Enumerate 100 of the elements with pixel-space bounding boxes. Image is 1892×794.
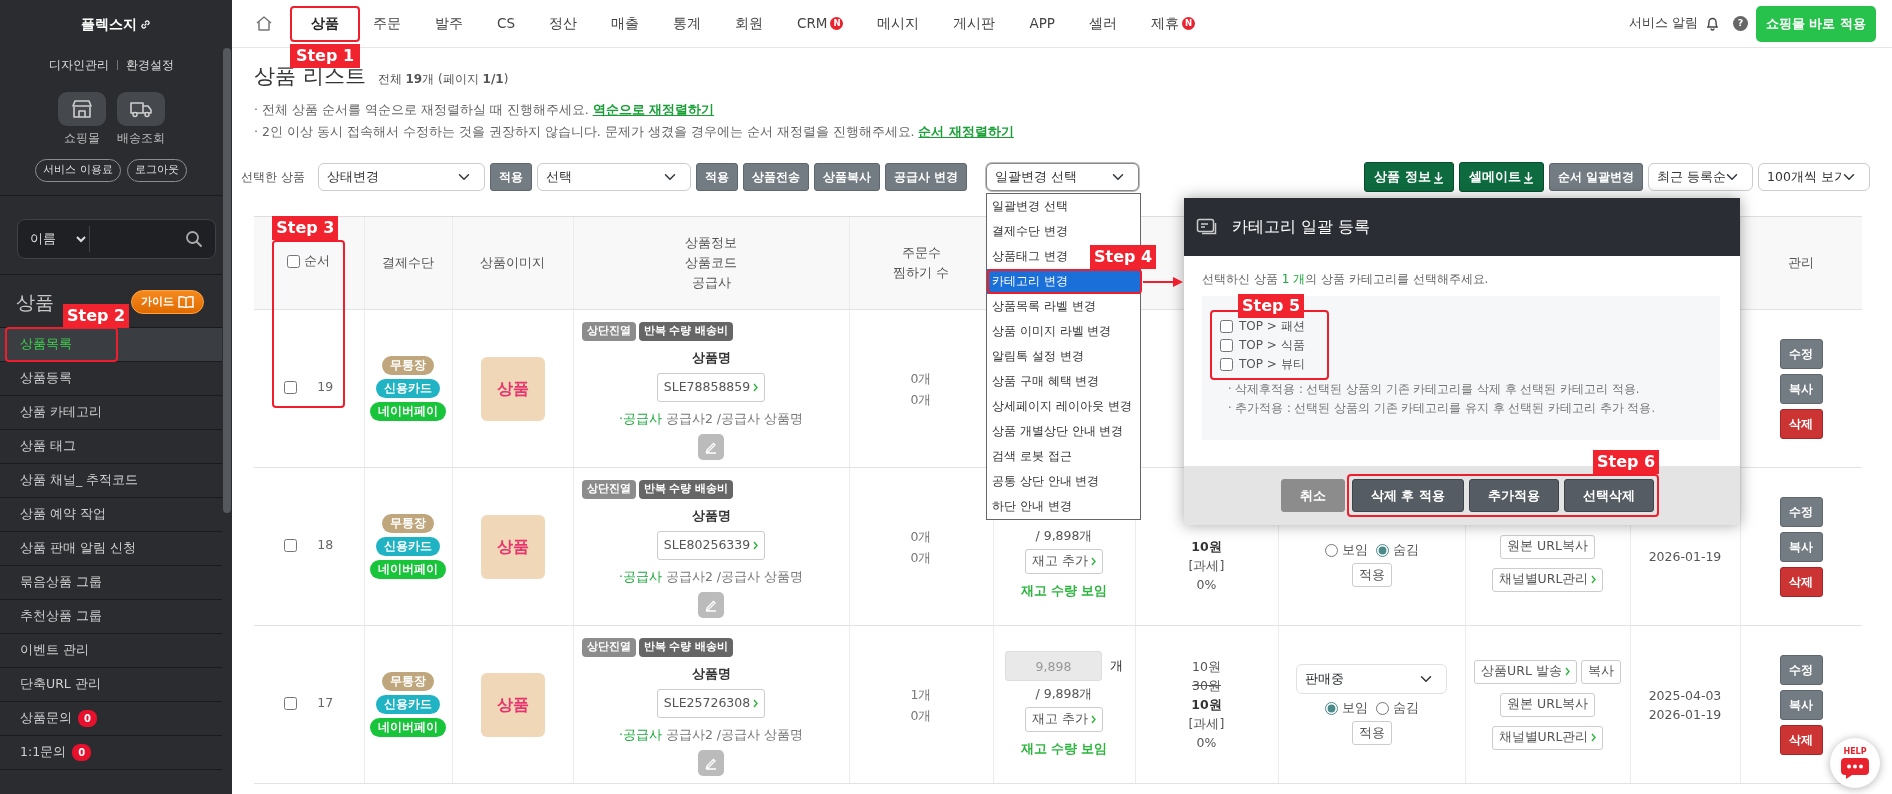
search-icon[interactable]	[185, 229, 203, 248]
nav-tab[interactable]: 메시지	[860, 6, 937, 41]
shortcut-button[interactable]	[57, 92, 106, 126]
help-button[interactable]: ?	[1732, 16, 1748, 31]
book-icon	[178, 295, 194, 309]
dialog-action-button[interactable]: 선택삭제	[1564, 479, 1654, 512]
product-code-button[interactable]: SLE25726308	[656, 688, 766, 718]
category-label: TOP > 식품	[1239, 337, 1305, 354]
row-checkbox[interactable]	[284, 538, 298, 552]
sidebar-link[interactable]: 디자인관리	[48, 56, 109, 74]
sidebar-link[interactable]: 환경설정	[125, 56, 174, 74]
dropdown-option[interactable]: 알림톡 설정 변경	[987, 344, 1087, 369]
option-select[interactable]: 최근 등록순	[1648, 163, 1753, 191]
toolbar-button[interactable]: 상품복사	[813, 163, 880, 191]
dropdown-option[interactable]: 상품 구매 혜택 변경	[987, 369, 1103, 394]
download-icon	[1522, 170, 1534, 184]
shortcut-button[interactable]	[116, 92, 165, 126]
visibility-radio[interactable]	[1375, 543, 1389, 557]
dialog-action-button[interactable]: 삭제 후 적용	[1351, 479, 1464, 512]
nav-tab[interactable]: 셀러	[1072, 6, 1134, 41]
sidebar-item[interactable]: 상품문의 0	[0, 701, 222, 736]
edit-action-button[interactable]: 수정	[1779, 496, 1823, 527]
delete-button[interactable]: 삭제	[1779, 724, 1823, 755]
price-text: 0%	[1196, 576, 1217, 594]
notice-link[interactable]: 서비스 알림	[1628, 14, 1698, 33]
dropdown-option[interactable]: 공통 상단 안내 변경	[987, 469, 1103, 494]
copy-url-button[interactable]: 원본 URL복사	[1500, 692, 1595, 717]
toolbar-button[interactable]: 적용	[695, 163, 738, 191]
nav-tab[interactable]: 통계	[656, 6, 718, 41]
bell-icon[interactable]	[1705, 16, 1719, 31]
dropdown-option[interactable]: 상세페이지 레이아웃 변경	[987, 394, 1135, 419]
edit-action-button[interactable]: 수정	[1779, 338, 1823, 369]
dropdown-option[interactable]: 하단 안내 변경	[987, 494, 1075, 519]
delete-button[interactable]: 삭제	[1779, 566, 1823, 597]
dropdown-option[interactable]: 검색 로봇 접근	[987, 444, 1075, 469]
nav-tab[interactable]: 제휴 N	[1134, 6, 1212, 41]
copy-button[interactable]: 복사	[1580, 659, 1621, 684]
row-checkbox[interactable]	[284, 696, 298, 710]
bulk-change-select[interactable]: 일괄변경 선택	[986, 163, 1139, 191]
product-code-button[interactable]: SLE80256339	[656, 530, 766, 560]
dropdown-option[interactable]: 일괄변경 선택	[987, 194, 1071, 219]
dropdown-option[interactable]: 상품목록 라벨 변경	[987, 294, 1099, 319]
visibility-radio[interactable]	[1375, 701, 1389, 715]
sidebar-item[interactable]: 상품목록	[0, 327, 222, 362]
toolbar-button[interactable]: 상품전송	[742, 163, 809, 191]
sidebar-item[interactable]: 1:1문의 0	[0, 735, 222, 770]
step-label: Step 1	[290, 43, 360, 68]
row-checkbox[interactable]	[284, 380, 298, 394]
add-stock-button[interactable]: 재고 추가	[1025, 707, 1103, 732]
nav-tab[interactable]: 상품	[294, 6, 356, 41]
visibility-radio[interactable]	[1324, 543, 1338, 557]
new-badge: N	[830, 17, 844, 30]
download-button[interactable]: 셀메이트	[1458, 162, 1544, 192]
price-text: [과세]	[1188, 715, 1225, 733]
toolbar-button[interactable]: 공급사 변경	[884, 163, 967, 191]
nav-tab[interactable]: APP	[1012, 6, 1072, 41]
dropdown-option[interactable]: 상품 개별상단 안내 변경	[987, 419, 1127, 444]
help-chat-button[interactable]: HELP	[1830, 738, 1880, 788]
product-code-button[interactable]: SLE78858859	[656, 372, 766, 402]
copy-action-button[interactable]: 복사	[1779, 531, 1823, 562]
dropdown-option[interactable]: 상품태그 변경	[987, 244, 1071, 269]
option-select[interactable]: 선택	[536, 163, 691, 191]
nav-tab[interactable]: CS	[480, 6, 532, 41]
toolbar-label: 선택한 상품	[241, 169, 305, 186]
toolbar-button[interactable]: 적용	[489, 163, 532, 191]
category-checkbox[interactable]	[1220, 338, 1233, 352]
nav-tab[interactable]: 주문	[356, 6, 418, 41]
apply-button[interactable]: 적용	[1351, 721, 1392, 745]
option-select[interactable]: 100개씩 보기	[1758, 163, 1870, 191]
sale-status-select[interactable]: 판매중	[1296, 664, 1447, 694]
send-url-button[interactable]: 상품URL 발송	[1474, 659, 1577, 684]
visibility-radio[interactable]	[1324, 701, 1338, 715]
channel-url-button[interactable]: 채널별URL관리	[1491, 567, 1604, 592]
search-type-select[interactable]: 이름	[18, 225, 90, 252]
copy-action-button[interactable]: 복사	[1779, 689, 1823, 720]
apply-button[interactable]: 적용	[1351, 563, 1392, 587]
option-select[interactable]: 상태변경	[317, 163, 485, 191]
channel-url-button[interactable]: 채널별URL관리	[1491, 725, 1604, 750]
nav-tab[interactable]: 발주	[418, 6, 480, 41]
dropdown-option[interactable]: 상품 이미지 라벨 변경	[987, 319, 1115, 344]
scrollbar[interactable]	[223, 48, 231, 513]
edit-action-button[interactable]: 수정	[1779, 654, 1823, 685]
home-icon[interactable]	[255, 15, 273, 32]
nav-tab[interactable]: 회원	[718, 6, 780, 41]
product-tag: 반복 수량 배송비	[638, 322, 734, 341]
add-stock-button[interactable]: 재고 추가	[1025, 549, 1103, 574]
nav-tab[interactable]: CRM N	[780, 6, 861, 41]
select-all-checkbox[interactable]	[287, 255, 301, 269]
delete-button[interactable]: 삭제	[1779, 408, 1823, 439]
dialog-action-button[interactable]: 추가적용	[1469, 479, 1559, 512]
download-button[interactable]: 상품 정보	[1364, 162, 1454, 192]
nav-tab[interactable]: 게시판	[936, 6, 1013, 41]
toolbar-button[interactable]: 순서 일괄변경	[1548, 163, 1643, 191]
nav-tab[interactable]: 정산	[532, 6, 594, 41]
category-checkbox[interactable]	[1220, 319, 1233, 333]
dropdown-option[interactable]: 결제수단 변경	[987, 219, 1071, 244]
copy-action-button[interactable]: 복사	[1779, 373, 1823, 404]
copy-url-button[interactable]: 원본 URL복사	[1500, 534, 1595, 559]
category-checkbox[interactable]	[1220, 357, 1233, 371]
nav-tab[interactable]: 매출	[594, 6, 656, 41]
